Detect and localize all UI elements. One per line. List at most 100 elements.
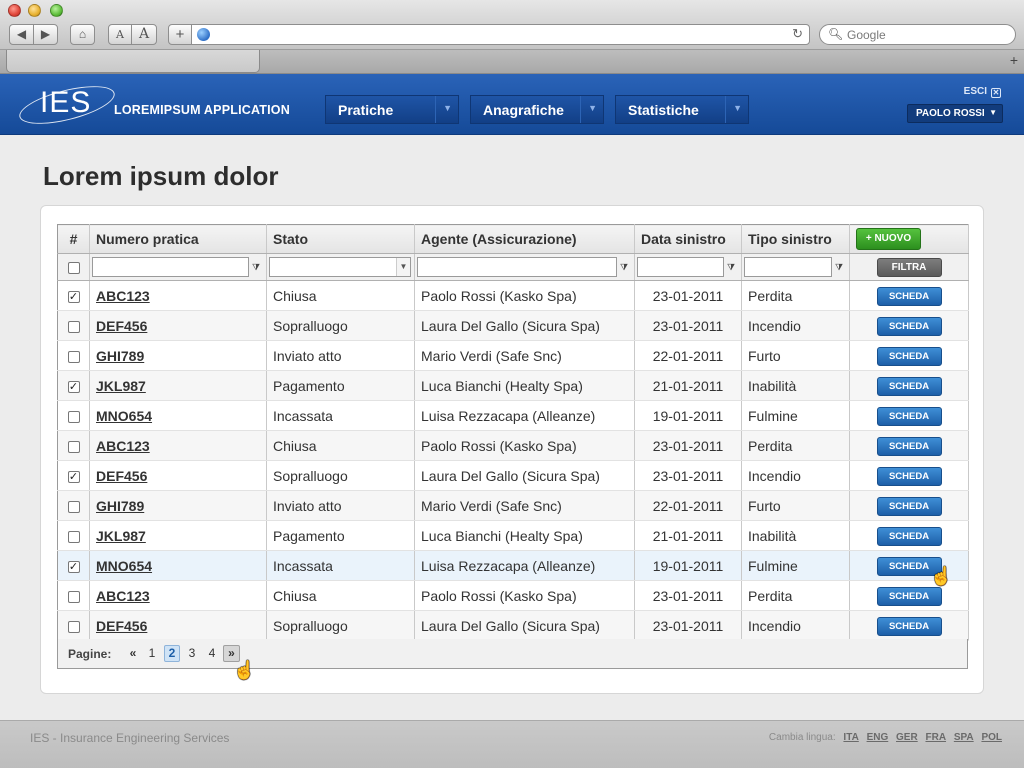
stato-cell: Inviato atto bbox=[266, 340, 415, 371]
new-tab-icon[interactable]: + bbox=[1010, 52, 1018, 68]
scheda-button[interactable]: SCHEDA bbox=[876, 526, 942, 546]
filter-stato-select[interactable]: ▼ bbox=[269, 257, 411, 277]
language-link-spa[interactable]: SPA bbox=[954, 732, 974, 743]
pagination-page-1[interactable]: 1 bbox=[147, 645, 157, 662]
filter-numero-input[interactable] bbox=[92, 257, 249, 277]
filter-tipo-input[interactable] bbox=[744, 257, 832, 277]
row-checkbox[interactable]: ✓ bbox=[67, 470, 80, 483]
language-link-eng[interactable]: ENG bbox=[867, 732, 889, 743]
ies-logo[interactable]: IES bbox=[15, 78, 119, 132]
scheda-button[interactable]: SCHEDA bbox=[876, 436, 942, 456]
pratica-number-link[interactable]: ABC123 bbox=[96, 438, 150, 454]
scheda-button[interactable]: SCHEDA bbox=[876, 466, 942, 486]
reload-icon[interactable]: ↻ bbox=[792, 26, 803, 42]
pratica-number-link[interactable]: DEF456 bbox=[96, 318, 147, 334]
stato-cell: Inviato atto bbox=[266, 490, 415, 521]
column-header-tipo[interactable]: Tipo sinistro bbox=[741, 224, 850, 254]
forward-button[interactable]: ▶ bbox=[33, 24, 58, 45]
agente-cell: Luca Bianchi (Healty Spa) bbox=[414, 370, 635, 401]
pratica-number-link[interactable]: GHI789 bbox=[96, 498, 144, 514]
table-row: ✓ JKL987 Pagamento Luca Bianchi (Healty Spa… bbox=[57, 370, 969, 401]
pratica-number-link[interactable]: MNO654 bbox=[96, 408, 152, 424]
chevron-down-icon[interactable]: ▼ bbox=[443, 103, 452, 113]
add-bookmark-button[interactable]: + bbox=[168, 24, 192, 45]
language-link-pol[interactable]: POL bbox=[981, 732, 1002, 743]
select-all-checkbox[interactable] bbox=[67, 262, 80, 275]
pagination-page-4[interactable]: 4 bbox=[207, 645, 217, 662]
company-name: IES - Insurance Engineering Services bbox=[30, 731, 230, 745]
filter-button[interactable]: FILTRA bbox=[876, 258, 942, 277]
scheda-button[interactable]: SCHEDA bbox=[876, 316, 942, 336]
scheda-button[interactable]: SCHEDA bbox=[876, 586, 942, 606]
filter-data-input[interactable] bbox=[637, 257, 724, 277]
row-checkbox[interactable] bbox=[67, 530, 80, 543]
scheda-button[interactable]: SCHEDA bbox=[876, 616, 942, 636]
scheda-button[interactable]: SCHEDA bbox=[876, 406, 942, 426]
row-checkbox[interactable] bbox=[67, 500, 80, 513]
filter-agente-input[interactable] bbox=[417, 257, 617, 277]
zoom-window-button[interactable] bbox=[50, 4, 63, 17]
pratica-number-link[interactable]: JKL987 bbox=[96, 378, 146, 394]
agente-cell: Paolo Rossi (Kasko Spa) bbox=[414, 430, 635, 461]
column-header-agente[interactable]: Agente (Assicurazione) bbox=[414, 224, 635, 254]
pratica-number-link[interactable]: DEF456 bbox=[96, 618, 147, 634]
scheda-button[interactable]: SCHEDA bbox=[876, 346, 942, 366]
data-cell: 23-01-2011 bbox=[634, 610, 742, 641]
scheda-button[interactable]: SCHEDA bbox=[876, 286, 942, 306]
row-checkbox[interactable]: ✓ bbox=[67, 290, 80, 303]
pratica-number-link[interactable]: ABC123 bbox=[96, 588, 150, 604]
pratica-number-link[interactable]: ABC123 bbox=[96, 288, 150, 304]
column-header-stato[interactable]: Stato bbox=[266, 224, 415, 254]
agente-cell: Luisa Rezzacapa (Alleanze) bbox=[414, 550, 635, 581]
address-bar[interactable]: ↻ bbox=[191, 24, 810, 45]
filter-icon[interactable]: ⧩ bbox=[835, 262, 843, 273]
language-link-ita[interactable]: ITA bbox=[843, 732, 858, 743]
filter-icon[interactable]: ⧩ bbox=[620, 262, 628, 273]
filter-icon[interactable]: ⧩ bbox=[727, 262, 735, 273]
chevron-down-icon[interactable]: ▼ bbox=[733, 103, 742, 113]
back-button[interactable]: ◀ bbox=[9, 24, 34, 45]
row-checkbox[interactable] bbox=[67, 350, 80, 363]
home-button[interactable]: ⌂ bbox=[70, 24, 95, 45]
row-checkbox[interactable] bbox=[67, 590, 80, 603]
text-larger-button[interactable]: A bbox=[131, 24, 157, 45]
pagination-page-2-current[interactable]: 2 bbox=[164, 645, 180, 662]
scheda-button[interactable]: SCHEDA bbox=[876, 496, 942, 516]
row-checkbox[interactable] bbox=[67, 440, 80, 453]
nav-pratiche[interactable]: Pratiche ▼ bbox=[325, 95, 459, 124]
minimize-window-button[interactable] bbox=[28, 4, 41, 17]
nav-anagrafiche[interactable]: Anagrafiche ▼ bbox=[470, 95, 604, 124]
main-content: Lorem ipsum dolor # Numero pratica Stato… bbox=[0, 135, 1024, 720]
row-checkbox[interactable]: ✓ bbox=[67, 380, 80, 393]
column-header-data[interactable]: Data sinistro bbox=[634, 224, 742, 254]
close-window-button[interactable] bbox=[8, 4, 21, 17]
pratica-number-link[interactable]: JKL987 bbox=[96, 528, 146, 544]
row-checkbox[interactable] bbox=[67, 620, 80, 633]
row-checkbox[interactable] bbox=[67, 320, 80, 333]
scheda-button[interactable]: SCHEDA bbox=[876, 376, 942, 396]
column-header-numero[interactable]: Numero pratica bbox=[89, 224, 267, 254]
data-cell: 19-01-2011 bbox=[634, 550, 742, 581]
browser-tab-active[interactable] bbox=[6, 50, 260, 73]
search-field[interactable]: 🔍︎ Google bbox=[819, 24, 1016, 45]
data-cell: 22-01-2011 bbox=[634, 340, 742, 371]
text-smaller-button[interactable]: A bbox=[108, 24, 132, 45]
pagination-page-3[interactable]: 3 bbox=[187, 645, 197, 662]
row-checkbox[interactable] bbox=[67, 410, 80, 423]
nav-label: Anagrafiche bbox=[483, 102, 564, 118]
chevron-down-icon[interactable]: ▼ bbox=[588, 103, 597, 113]
new-button[interactable]: + NUOVO bbox=[856, 228, 921, 250]
pratica-number-link[interactable]: DEF456 bbox=[96, 468, 147, 484]
filter-icon[interactable]: ⧩ bbox=[252, 262, 260, 273]
stato-cell: Chiusa bbox=[266, 430, 415, 461]
language-link-fra[interactable]: FRA bbox=[925, 732, 946, 743]
pratica-number-link[interactable]: GHI789 bbox=[96, 348, 144, 364]
language-link-ger[interactable]: GER bbox=[896, 732, 918, 743]
nav-statistiche[interactable]: Statistiche ▼ bbox=[615, 95, 749, 124]
pagination-prev[interactable]: « bbox=[127, 645, 139, 662]
logout-link[interactable]: ESCI ✕ bbox=[964, 86, 1001, 98]
logout-label: ESCI bbox=[963, 86, 987, 97]
user-menu-button[interactable]: PAOLO ROSSI ▼ bbox=[907, 104, 1003, 123]
pratica-number-link[interactable]: MNO654 bbox=[96, 558, 152, 574]
row-checkbox[interactable]: ✓ bbox=[67, 560, 80, 573]
